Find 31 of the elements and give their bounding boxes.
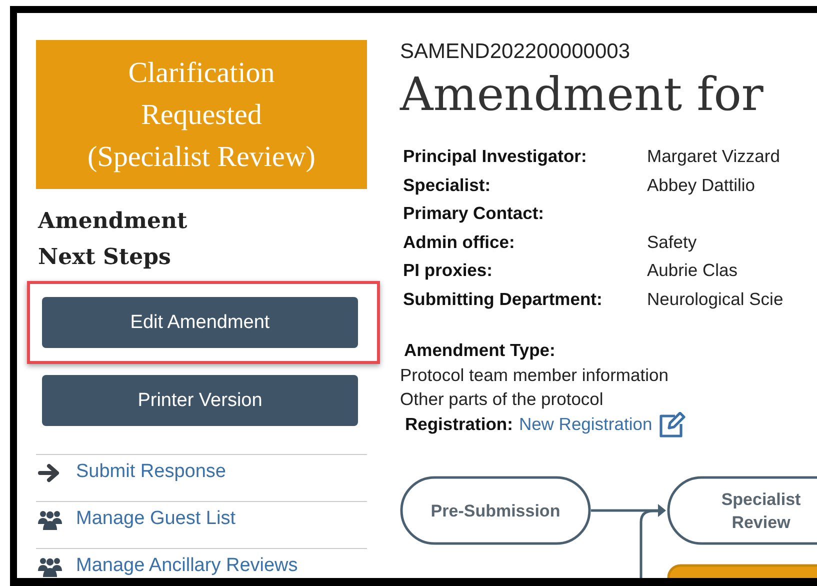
field-value: Margaret Vizzard	[647, 145, 781, 168]
field-label: Primary Contact:	[403, 202, 546, 225]
field-label: Registration:	[405, 413, 513, 436]
edit-icon[interactable]	[658, 412, 688, 438]
field-value: Other parts of the protocol	[400, 388, 604, 411]
field-value: Safety	[647, 230, 698, 254]
record-id: SAMEND202200000003	[400, 40, 631, 64]
action-link[interactable]: Manage Guest List	[76, 509, 236, 528]
field-label: PI proxies:	[403, 259, 494, 282]
field-label: Admin office:	[403, 230, 516, 254]
field-value: Abbey Dattilio	[647, 174, 756, 197]
field-value: Aubrie Clas	[647, 259, 738, 282]
registration-link[interactable]: New Registration	[518, 412, 652, 437]
field-label: Principal Investigator:	[403, 145, 588, 168]
field-label: Submitting Department:	[403, 288, 604, 311]
action-button[interactable]: Edit Amendment	[42, 297, 358, 348]
people-icon	[38, 509, 62, 531]
action-link[interactable]: Manage Ancillary Reviews	[76, 556, 298, 575]
status-banner: Clarification Requested (Specialist Review)	[36, 40, 367, 189]
field-label: Amendment Type:	[404, 339, 556, 362]
field-value: Protocol team member information	[400, 364, 670, 386]
field-label: Specialist:	[403, 174, 492, 197]
section-heading: Amendment Next Steps	[38, 207, 188, 272]
process-step: Pre-Submission	[400, 476, 591, 544]
action-link[interactable]: Submit Response	[76, 462, 226, 481]
field-value: Neurological Scie	[647, 288, 784, 311]
arrow-icon	[38, 462, 62, 484]
page-title: Amendment for	[400, 66, 764, 122]
process-step: Specialist Review	[667, 476, 817, 544]
action-button[interactable]: Printer Version	[42, 375, 358, 426]
people-icon	[38, 556, 62, 578]
